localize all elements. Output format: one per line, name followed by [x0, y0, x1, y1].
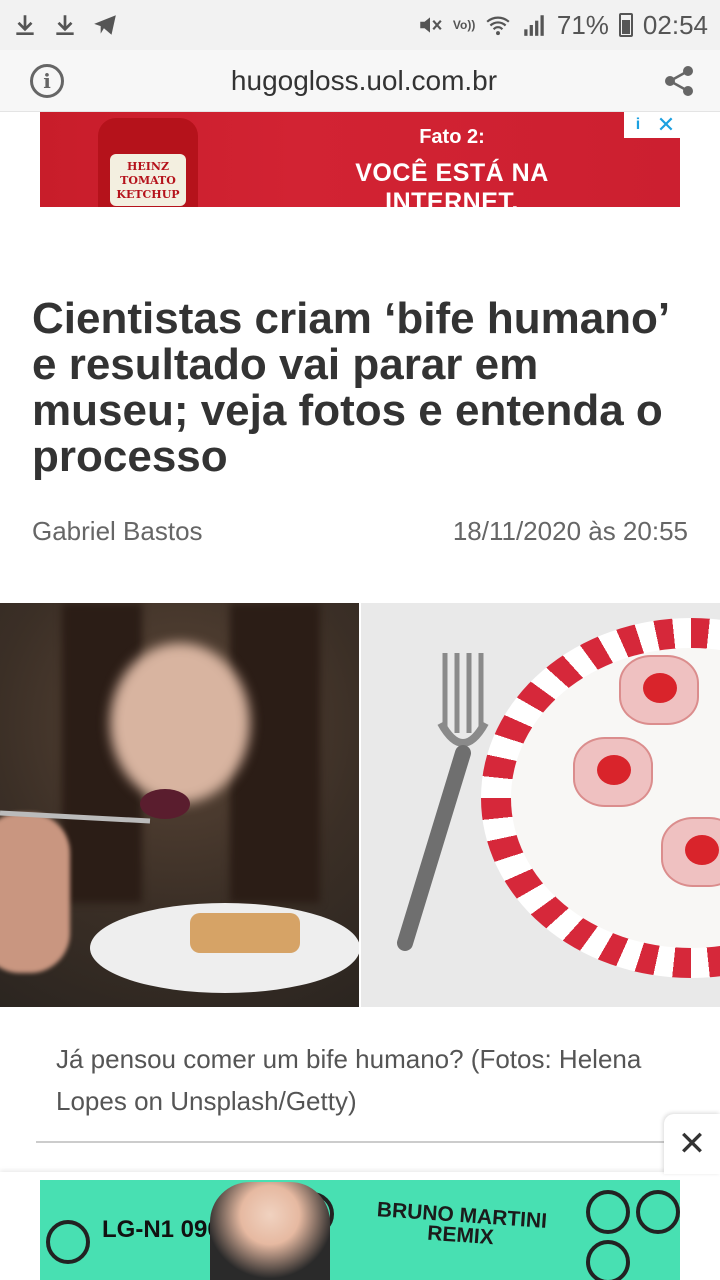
photo-detail	[110, 643, 250, 803]
publish-date: 18/11/2020 às 20:55	[452, 516, 688, 546]
ad-text: Fato 2: VOCÊ ESTÁ NA INTERNET.	[302, 126, 602, 207]
photo-detail	[0, 813, 70, 973]
bottom-ad-banner[interactable]: LG-N1 090 BRUNO MARTINI REMIX	[40, 1180, 680, 1280]
ad-controls: i ✕	[624, 112, 680, 138]
article-headline: Cientistas criam ‘bife humano’ e resulta…	[32, 294, 668, 481]
photo-detail	[619, 655, 699, 725]
ketchup-bottle-image: HEINZ TOMATO KETCHUP	[98, 118, 198, 207]
photo-detail	[573, 737, 653, 807]
photo-detail	[661, 817, 720, 887]
url-bar: i hugogloss.uol.com.br	[0, 50, 720, 112]
bottom-ad-container: LG-N1 090 BRUNO MARTINI REMIX	[0, 1172, 720, 1280]
status-bar: Vo)) 71% 02:54	[0, 0, 720, 50]
ad-line2: VOCÊ ESTÁ NA INTERNET.	[355, 159, 549, 207]
ad-line1: Fato 2:	[419, 126, 485, 148]
divider	[36, 1141, 696, 1143]
byline: Gabriel Bastos 18/11/2020 às 20:55	[32, 516, 688, 547]
clock: 02:54	[642, 9, 708, 40]
ad-code-text: LG-N1 090	[102, 1216, 221, 1243]
image-caption: Já pensou comer um bife humano? (Fotos: …	[56, 1044, 642, 1116]
photo-detail	[190, 913, 300, 953]
decor-ring	[586, 1190, 630, 1234]
battery-icon	[618, 13, 633, 37]
article-hero-image	[0, 603, 720, 1007]
fork-icon	[397, 653, 489, 951]
woman-eating-photo	[0, 603, 359, 1007]
ad-info-icon[interactable]: i	[624, 112, 652, 138]
decor-ring	[46, 1220, 90, 1264]
top-ad-banner[interactable]: HEINZ TOMATO KETCHUP Fato 2: VOCÊ ESTÁ N…	[40, 112, 680, 207]
status-left	[12, 12, 118, 38]
site-info-icon[interactable]: i	[30, 63, 64, 98]
url-text[interactable]: hugogloss.uol.com.br	[231, 65, 497, 97]
share-icon[interactable]	[664, 65, 694, 97]
human-steak-plate-photo	[361, 603, 720, 1007]
wifi-icon	[486, 16, 510, 36]
battery-percent: 71%	[556, 9, 609, 40]
author-name[interactable]: Gabriel Bastos	[32, 516, 203, 547]
artist-photo	[210, 1182, 330, 1280]
telegram-icon	[94, 15, 116, 35]
mute-icon	[420, 17, 442, 33]
download-icon	[56, 15, 74, 36]
decor-ring	[636, 1190, 680, 1234]
close-ad-button[interactable]: ✕	[664, 1114, 720, 1174]
download-icon	[16, 15, 34, 36]
fork-icon	[0, 810, 151, 824]
status-right: Vo)) 71% 02:54	[417, 10, 708, 41]
ad-title: BRUNO MARTINI REMIX	[376, 1198, 548, 1250]
volte-indicator: Vo))	[452, 18, 476, 32]
signal-icon	[524, 15, 544, 36]
ketchup-label: HEINZ TOMATO KETCHUP	[110, 154, 186, 206]
decor-ring	[586, 1240, 630, 1280]
ad-close-icon[interactable]: ✕	[652, 112, 680, 138]
